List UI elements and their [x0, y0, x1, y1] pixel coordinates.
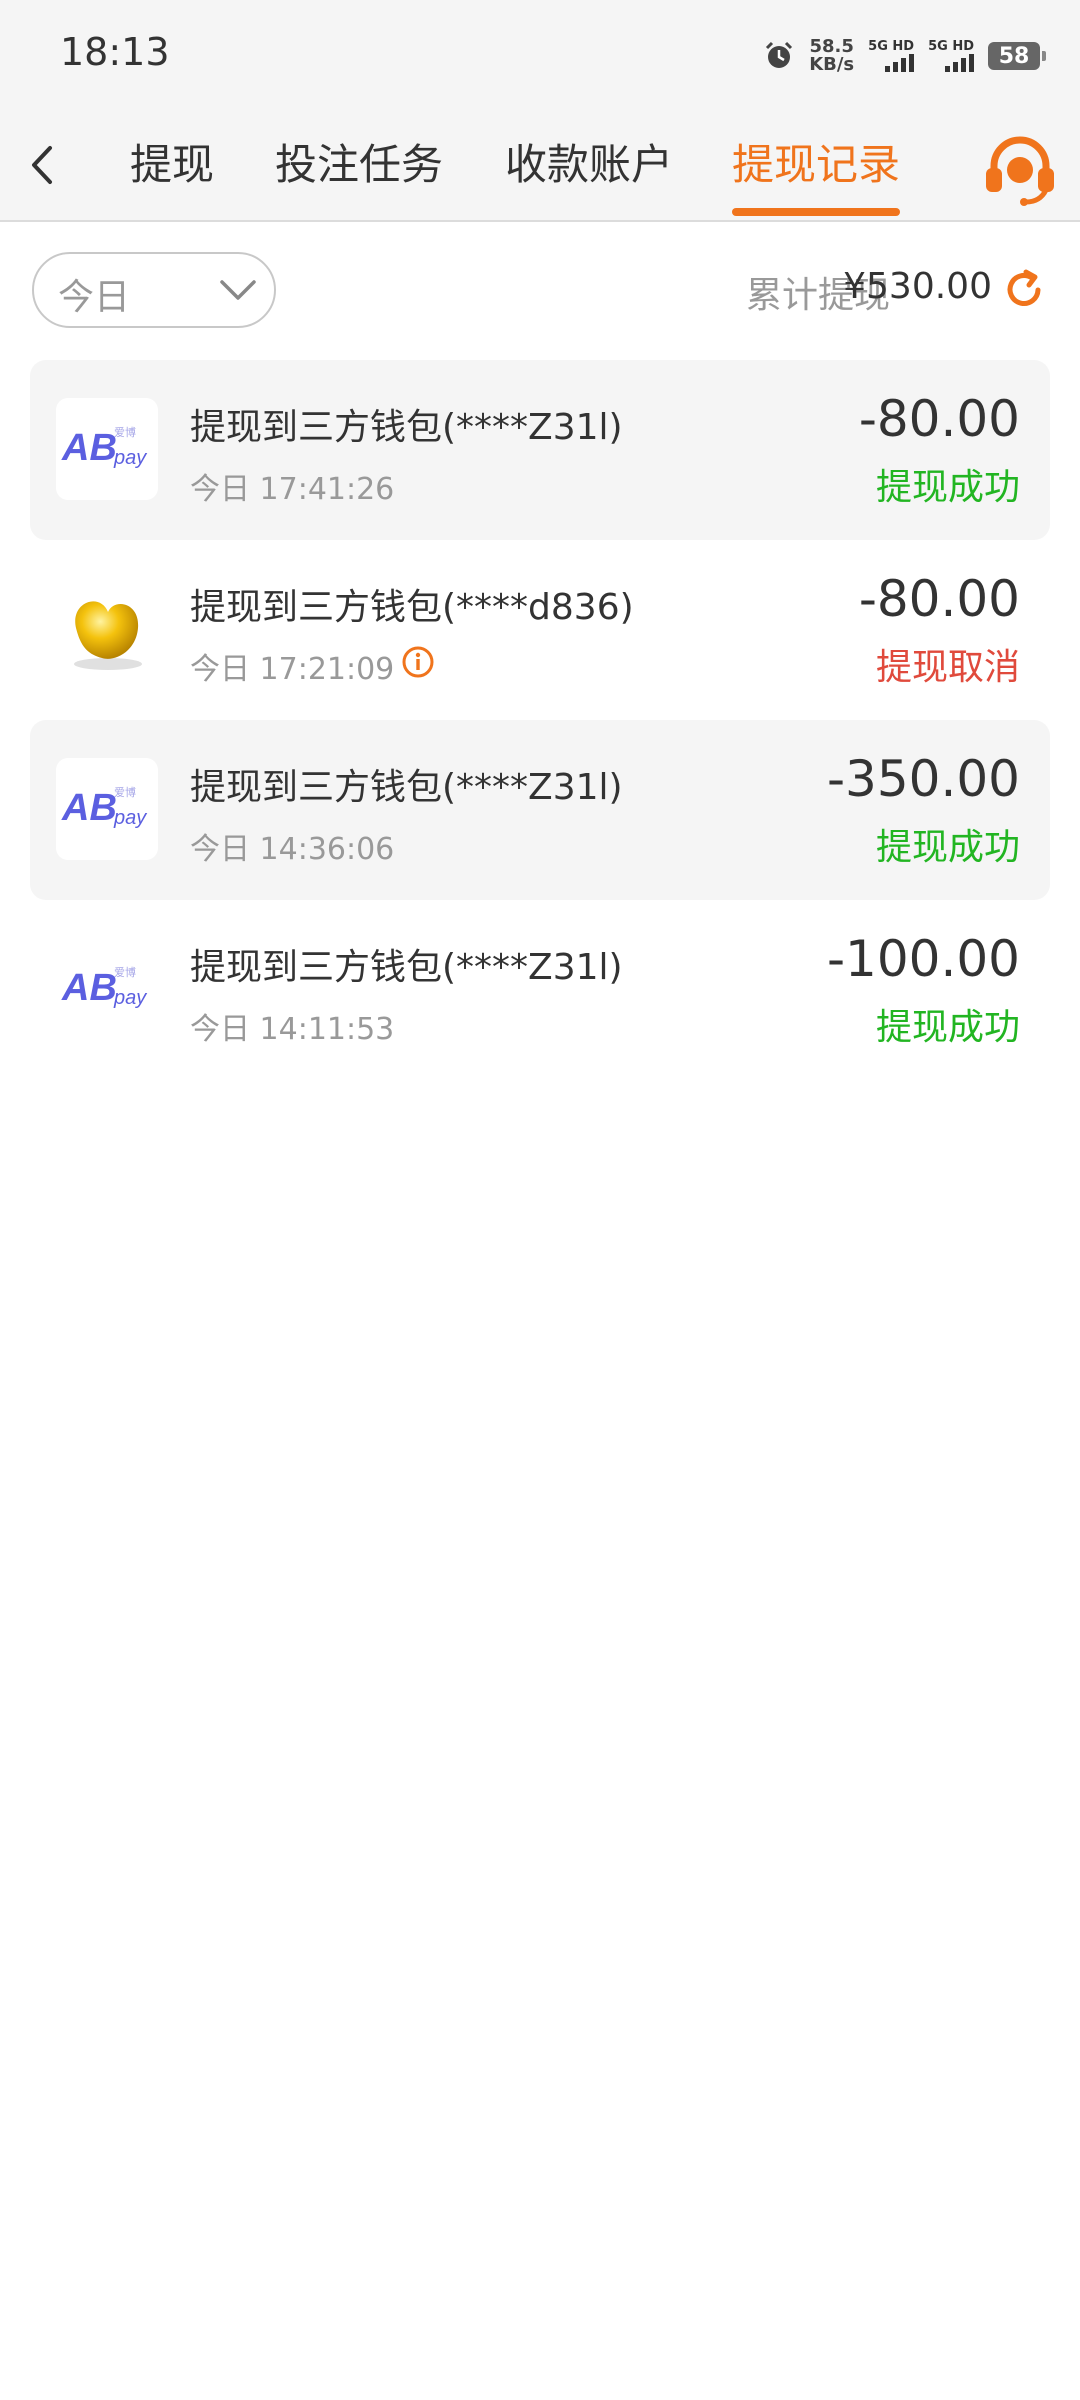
wallet-logo — [56, 578, 158, 680]
svg-text:AB: AB — [61, 787, 117, 829]
record-title: 提现到三方钱包(****Z31l) — [190, 947, 623, 988]
abpay-logo-icon: AB 爱博 pay — [61, 786, 147, 829]
status-icons: 58.5 KB/s 5G HD 5G HD 58 — [763, 34, 1046, 78]
chevron-left-icon[interactable] — [22, 140, 62, 190]
battery-icon: 58 — [988, 42, 1046, 70]
svg-text:爱博: 爱博 — [114, 966, 136, 979]
svg-text:AB: AB — [61, 967, 117, 1009]
list-item[interactable]: AB 爱博 pay 提现到三方钱包(****Z31l) 今日 14:36:06 … — [30, 720, 1050, 900]
svg-text:pay: pay — [113, 987, 147, 1009]
record-status: 提现成功 — [875, 827, 1020, 868]
chevron-down-icon — [220, 280, 256, 300]
withdraw-record-list: AB 爱博 pay 提现到三方钱包(****Z31l) 今日 17:41:26 … — [30, 360, 1050, 1080]
battery-level: 58 — [998, 43, 1030, 69]
status-time: 18:13 — [60, 30, 170, 74]
alarm-icon — [766, 41, 793, 68]
record-amount: -80.00 — [858, 570, 1020, 628]
svg-text:爱博: 爱博 — [114, 786, 136, 799]
signal-sim1: 5G HD — [868, 39, 915, 72]
total-withdraw-value: ¥530.00 — [843, 266, 992, 307]
date-filter-value: 今日 — [58, 277, 131, 318]
record-amount: -80.00 — [858, 390, 1020, 448]
record-status: 提现成功 — [875, 1007, 1020, 1048]
record-status: 提现成功 — [875, 467, 1020, 508]
signal-bars-icon — [885, 54, 915, 72]
signal-bars-icon — [945, 54, 974, 72]
record-status: 提现取消 — [875, 647, 1020, 688]
tab-withdraw[interactable]: 提现 — [130, 130, 214, 200]
svg-text:pay: pay — [113, 447, 147, 469]
record-time: 今日 14:11:53 — [190, 1012, 395, 1047]
record-title: 提现到三方钱包(****d836) — [190, 587, 634, 628]
info-icon[interactable] — [400, 644, 436, 680]
list-item[interactable]: 提现到三方钱包(****d836) 今日 17:21:09 -80.00 提现取… — [30, 540, 1050, 720]
svg-text:AB: AB — [61, 427, 117, 469]
list-item[interactable]: AB 爱博 pay 提现到三方钱包(****Z31l) 今日 14:11:53 … — [30, 900, 1050, 1080]
top-nav: 提现 投注任务 收款账户 提现记录 — [0, 110, 1080, 222]
record-title: 提现到三方钱包(****Z31l) — [190, 767, 623, 808]
active-tab-indicator — [732, 208, 900, 216]
svg-text:pay: pay — [113, 807, 147, 829]
abpay-logo-icon: AB 爱博 pay — [61, 426, 147, 469]
headset-icon[interactable] — [980, 130, 1060, 210]
tab-betting-tasks[interactable]: 投注任务 — [275, 130, 443, 200]
svg-text:爱博: 爱博 — [114, 426, 136, 439]
record-time: 今日 17:21:09 — [190, 652, 395, 687]
refresh-icon[interactable] — [1002, 268, 1046, 312]
record-amount: -350.00 — [827, 750, 1020, 808]
status-bar: 18:13 58.5 KB/s 5G HD 5G HD 58 — [0, 0, 1080, 110]
gold-bean-logo-icon — [74, 601, 142, 670]
tab-payee-accounts[interactable]: 收款账户 — [505, 130, 673, 200]
tab-withdraw-records[interactable]: 提现记录 — [732, 130, 900, 200]
wallet-logo: AB 爱博 pay — [56, 398, 158, 500]
record-time: 今日 14:36:06 — [190, 832, 395, 867]
abpay-logo-icon: AB 爱博 pay — [61, 966, 147, 1009]
speed-unit: KB/s — [809, 54, 855, 75]
date-filter-dropdown[interactable]: 今日 — [32, 252, 276, 328]
record-amount: -100.00 — [827, 930, 1020, 988]
sim2-label: 5G HD — [928, 39, 974, 54]
list-item[interactable]: AB 爱博 pay 提现到三方钱包(****Z31l) 今日 17:41:26 … — [30, 360, 1050, 540]
sim1-label: 5G HD — [868, 39, 915, 54]
record-title: 提现到三方钱包(****Z31l) — [190, 407, 623, 448]
network-speed: 58.5 KB/s — [809, 38, 854, 74]
record-time: 今日 17:41:26 — [190, 472, 395, 507]
wallet-logo: AB 爱博 pay — [56, 758, 158, 860]
wallet-logo: AB 爱博 pay — [56, 938, 158, 1040]
signal-sim2: 5G HD — [928, 40, 974, 72]
